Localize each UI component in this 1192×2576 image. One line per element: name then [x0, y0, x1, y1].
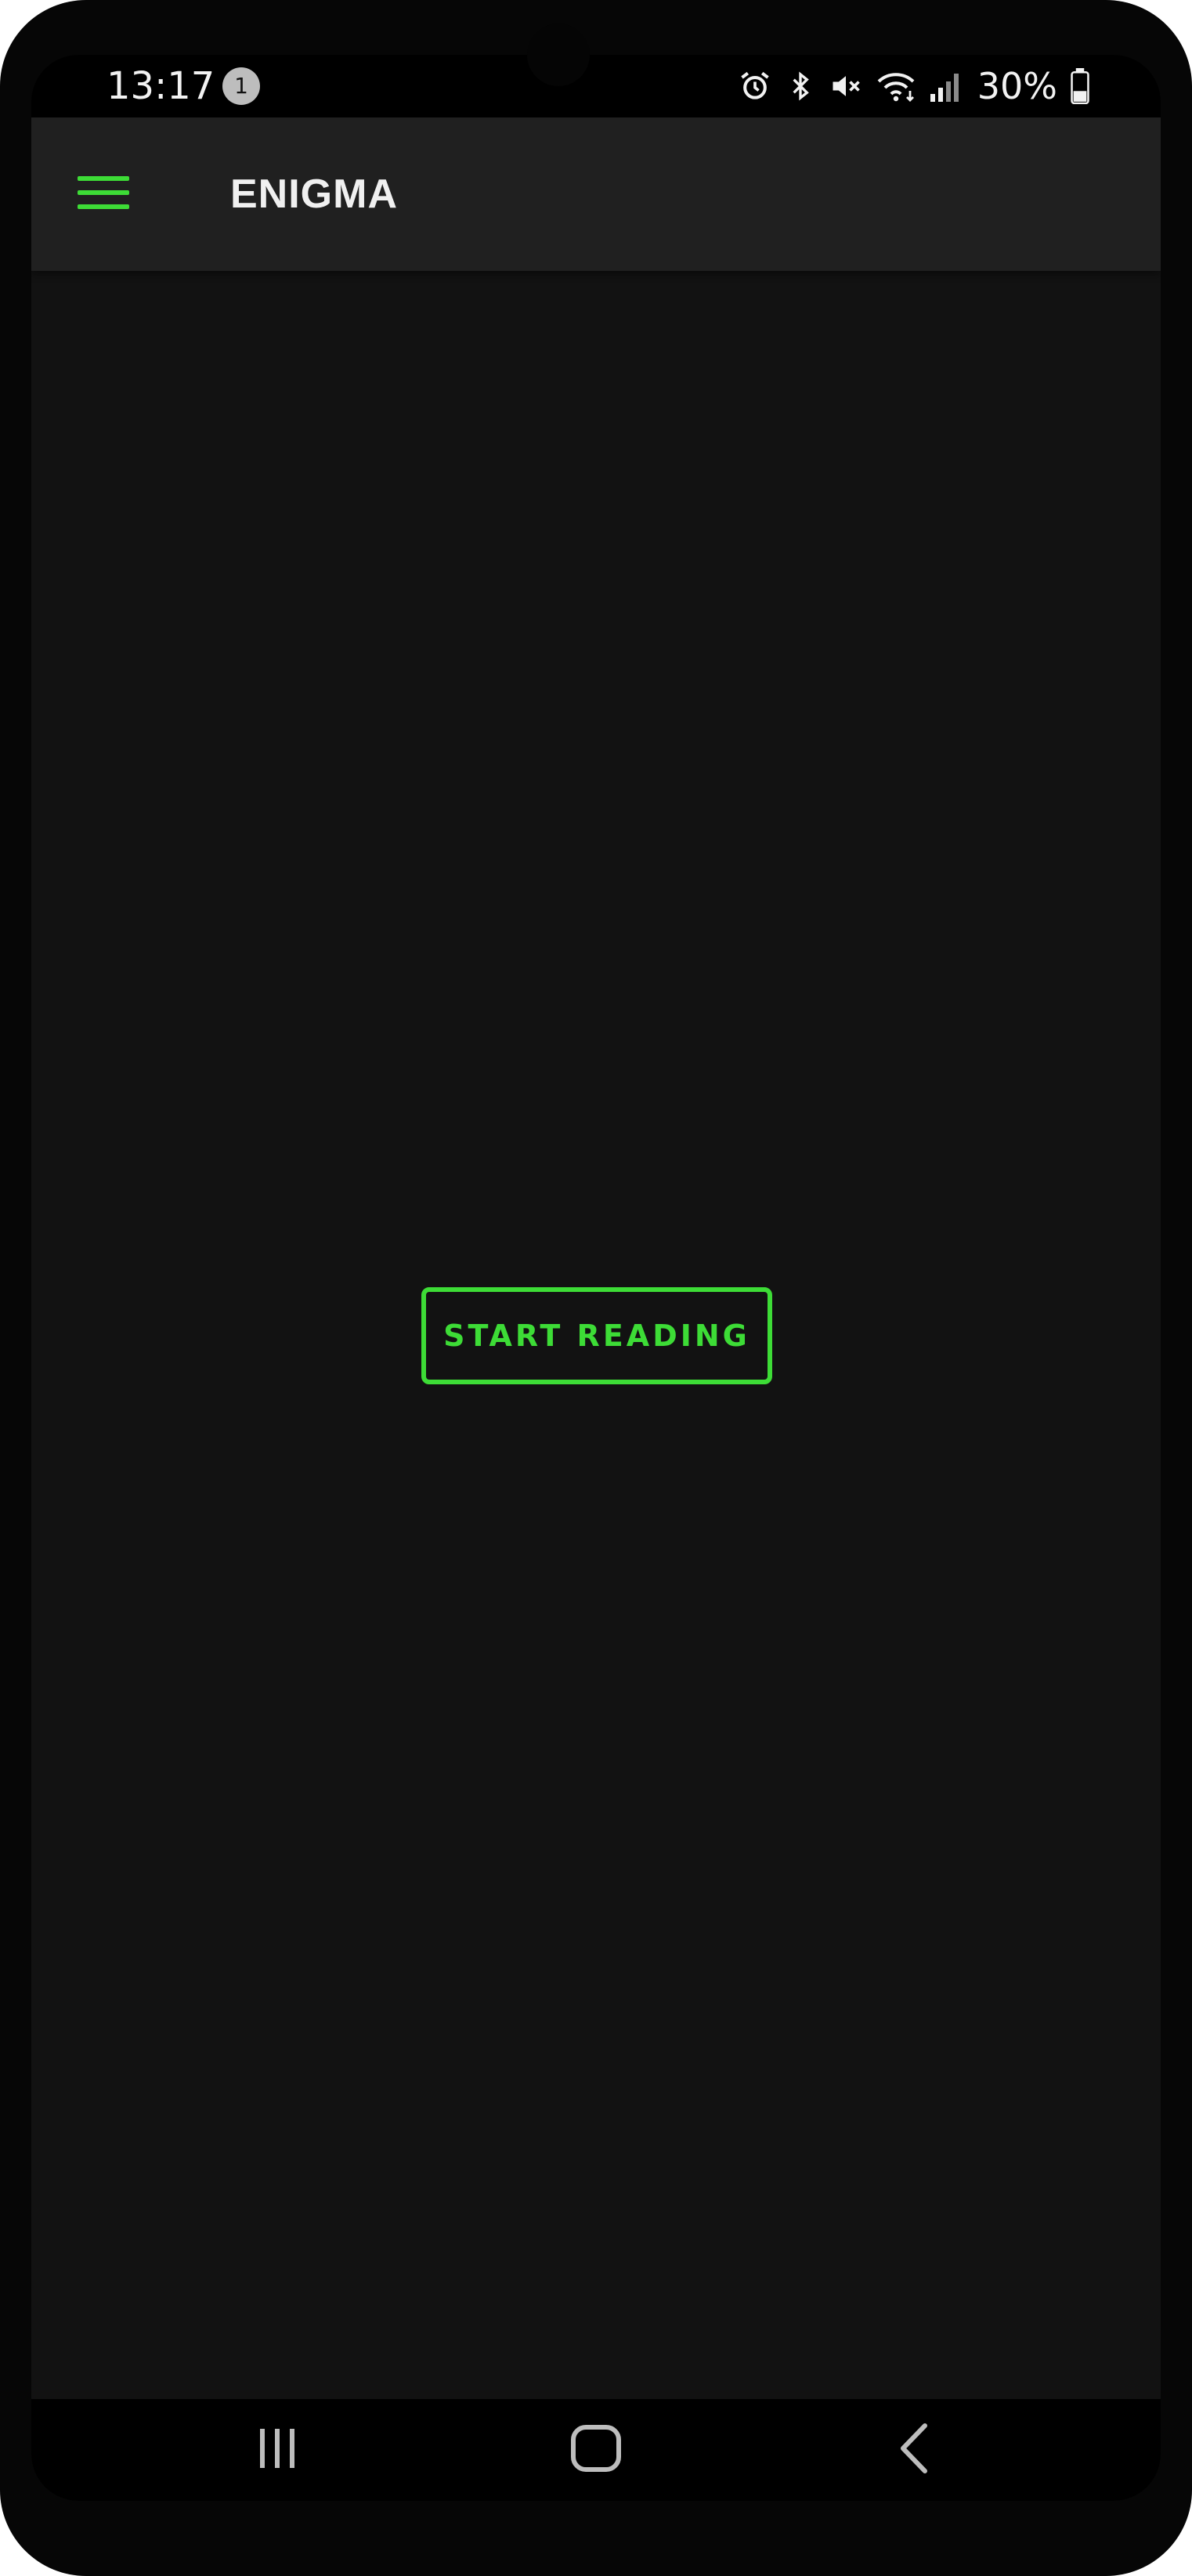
signal-icon	[929, 69, 960, 103]
alarm-icon	[738, 69, 772, 103]
battery-percent: 30%	[977, 65, 1057, 107]
app-bar: ENIGMA	[31, 117, 1161, 271]
app-title: ENIGMA	[230, 171, 398, 217]
back-icon	[897, 2423, 931, 2478]
status-time: 13:17	[107, 64, 215, 108]
status-bar: 13:17 1 30%	[31, 55, 1161, 117]
recent-apps-button[interactable]	[215, 2399, 340, 2501]
back-button[interactable]	[851, 2399, 977, 2501]
phone-frame: 13:17 1 30% ENIGMA START READING	[0, 0, 1192, 2576]
bluetooth-icon	[785, 69, 816, 103]
wifi-icon	[876, 69, 916, 103]
front-camera	[527, 23, 590, 86]
navigation-bar	[31, 2399, 1161, 2501]
home-icon	[570, 2424, 622, 2477]
screen: 13:17 1 30% ENIGMA START READING	[31, 55, 1161, 2501]
hamburger-menu-icon	[78, 174, 129, 215]
battery-icon	[1070, 68, 1090, 104]
recent-apps-icon	[254, 2427, 301, 2473]
home-button[interactable]	[533, 2399, 659, 2501]
start-reading-button[interactable]: START READING	[421, 1287, 772, 1384]
hamburger-menu-button[interactable]	[75, 166, 132, 222]
mute-icon	[829, 69, 863, 103]
status-icons: 30%	[738, 55, 1090, 117]
notification-count-badge: 1	[222, 67, 260, 105]
